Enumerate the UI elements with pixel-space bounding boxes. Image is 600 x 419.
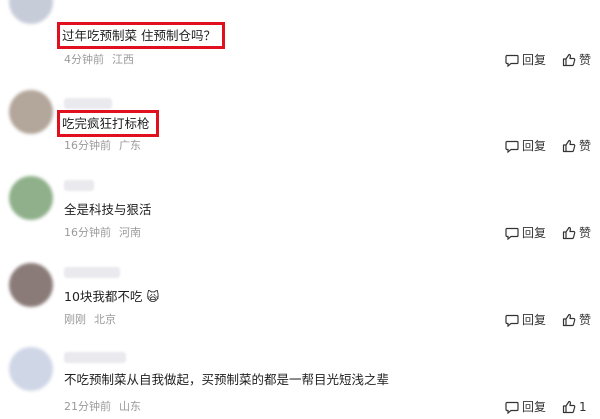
- like-button[interactable]: 赞: [562, 138, 591, 154]
- comment-location: 广东: [119, 139, 141, 152]
- username-blurred[interactable]: [64, 98, 112, 109]
- comment-item: 全是科技与狠活 16分钟前 河南 回复 赞: [0, 172, 600, 260]
- comment-text: 过年吃预制菜 住预制仓吗？: [57, 22, 225, 49]
- comment-time: 16分钟前: [64, 226, 111, 239]
- like-label: 赞: [579, 53, 592, 67]
- comment-meta: 21分钟前 山东: [64, 400, 141, 414]
- comment-item: 过年吃预制菜 住预制仓吗？ 4分钟前 江西 回复 赞: [0, 0, 600, 82]
- reply-button[interactable]: 回复: [505, 399, 546, 415]
- reply-label: 回复: [522, 226, 547, 240]
- like-button[interactable]: 赞: [562, 312, 591, 328]
- username-blurred[interactable]: [64, 267, 120, 278]
- comment-item: 10块我都不吃 🙀 刚刚 北京 回复 赞: [0, 260, 600, 348]
- comment-actions: 回复 1: [505, 399, 600, 415]
- like-button[interactable]: 赞: [562, 225, 591, 241]
- thumbs-up-icon: [562, 313, 576, 327]
- thumbs-up-icon: [562, 53, 576, 67]
- reply-button[interactable]: 回复: [505, 138, 546, 154]
- reply-label: 回复: [522, 139, 547, 153]
- comment-text: 吃完疯狂打标枪: [57, 110, 159, 137]
- like-button[interactable]: 1: [562, 399, 587, 415]
- avatar[interactable]: [9, 0, 53, 24]
- comment-meta: 刚刚 北京: [64, 313, 116, 327]
- comment-time: 16分钟前: [64, 139, 111, 152]
- comment-actions: 回复 赞: [505, 138, 600, 154]
- comment-time: 21分钟前: [64, 400, 111, 413]
- comment-time: 4分钟前: [64, 53, 104, 66]
- avatar[interactable]: [9, 176, 53, 220]
- comment-location: 北京: [94, 313, 116, 326]
- comment-bubble-icon: [505, 314, 519, 327]
- comment-bubble-icon: [505, 140, 519, 153]
- comment-meta: 16分钟前 广东: [64, 139, 141, 153]
- reply-label: 回复: [522, 400, 547, 414]
- comment-item: 吃完疯狂打标枪 16分钟前 广东 回复 赞: [0, 82, 600, 172]
- comment-actions: 回复 赞: [505, 312, 600, 328]
- comment-item: 不吃预制菜从自我做起，买预制菜的都是一帮目光短浅之辈 21分钟前 山东 回复 1: [0, 347, 600, 419]
- comment-location: 河南: [119, 226, 141, 239]
- comment-text: 全是科技与狠活: [64, 202, 152, 217]
- comment-meta: 16分钟前 河南: [64, 226, 141, 240]
- avatar[interactable]: [9, 347, 53, 391]
- like-button[interactable]: 赞: [562, 52, 591, 68]
- comment-meta: 4分钟前 江西: [64, 53, 134, 67]
- comment-bubble-icon: [505, 54, 519, 67]
- reply-button[interactable]: 回复: [505, 312, 546, 328]
- comment-text: 10块我都不吃 🙀: [64, 289, 160, 304]
- comment-bubble-icon: [505, 401, 519, 414]
- comment-actions: 回复 赞: [505, 225, 600, 241]
- comment-text: 不吃预制菜从自我做起，买预制菜的都是一帮目光短浅之辈: [64, 372, 390, 387]
- thumbs-up-icon: [562, 226, 576, 240]
- like-label: 赞: [579, 313, 592, 327]
- thumbs-up-icon: [562, 400, 576, 414]
- avatar[interactable]: [9, 263, 53, 307]
- like-label: 赞: [579, 226, 592, 240]
- comment-actions: 回复 赞: [505, 52, 600, 68]
- comment-time: 刚刚: [64, 313, 86, 326]
- username-blurred[interactable]: [64, 352, 126, 363]
- reply-button[interactable]: 回复: [505, 52, 546, 68]
- thumbs-up-icon: [562, 139, 576, 153]
- reply-label: 回复: [522, 53, 547, 67]
- username-blurred[interactable]: [64, 180, 94, 191]
- like-count: 1: [579, 400, 587, 414]
- avatar[interactable]: [9, 90, 53, 134]
- comment-bubble-icon: [505, 227, 519, 240]
- reply-button[interactable]: 回复: [505, 225, 546, 241]
- comment-location: 山东: [119, 400, 141, 413]
- comment-location: 江西: [112, 53, 134, 66]
- like-label: 赞: [579, 139, 592, 153]
- reply-label: 回复: [522, 313, 547, 327]
